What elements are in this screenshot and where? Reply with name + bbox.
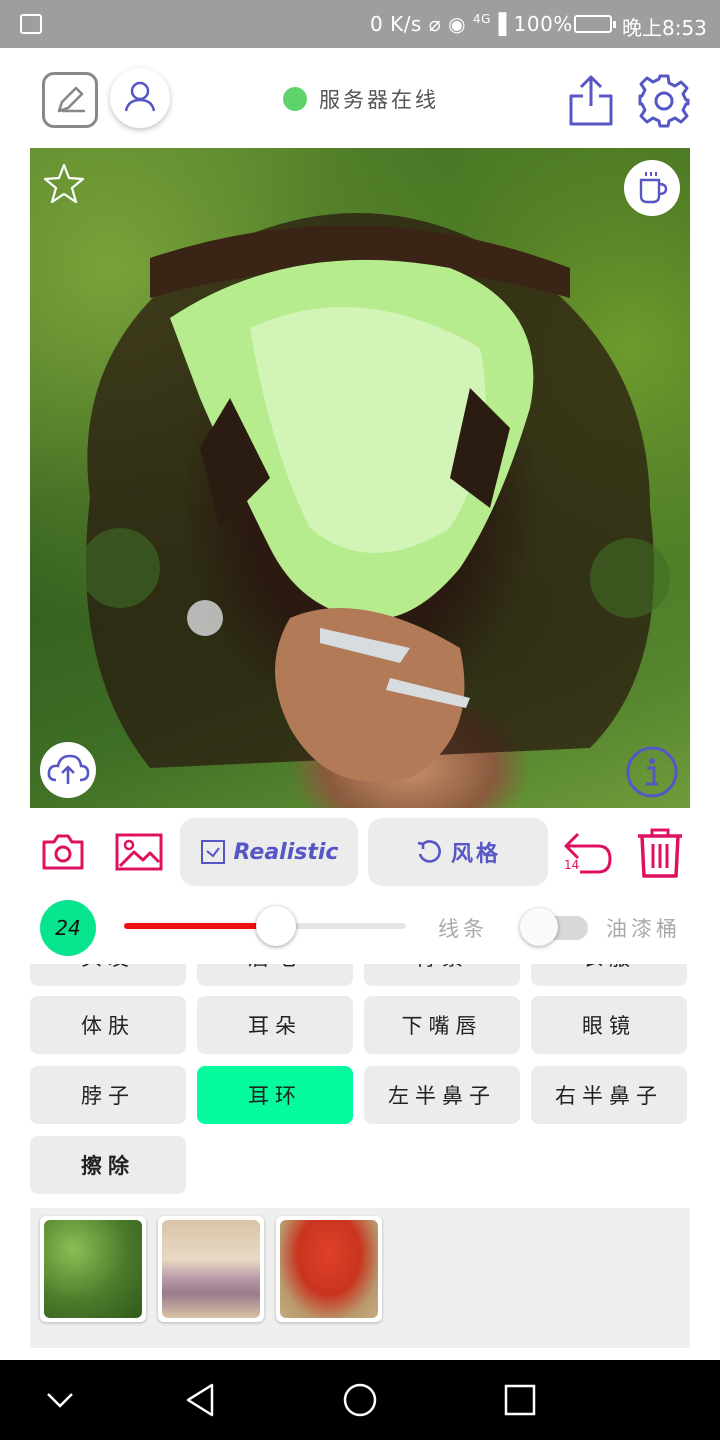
recents-icon[interactable]	[504, 1384, 536, 1416]
segment-tag[interactable]: 下嘴唇	[364, 996, 520, 1054]
drawing-canvas[interactable]	[30, 148, 690, 808]
star-outline-icon[interactable]	[42, 162, 86, 206]
line-mode-label: 线条	[438, 917, 488, 941]
refresh-icon	[417, 840, 441, 863]
segment-tag[interactable]: 体肤	[30, 996, 186, 1054]
mute-icon: ⌀	[428, 12, 442, 36]
user-icon[interactable]	[110, 68, 170, 128]
style-thumbnail[interactable]	[158, 1216, 264, 1322]
thumbnail-image	[44, 1220, 142, 1318]
system-nav-bar	[0, 1360, 720, 1440]
style-thumbnail[interactable]	[40, 1216, 146, 1322]
style-thumbnail-strip	[30, 1208, 690, 1348]
home-icon[interactable]	[343, 1383, 377, 1417]
segment-tag[interactable]: 右半鼻子	[531, 1066, 687, 1124]
trash-icon[interactable]	[632, 824, 688, 880]
chevron-down-icon[interactable]	[47, 1393, 73, 1408]
app-header: 服务器在线	[0, 48, 720, 148]
segment-tag[interactable]: 眼镜	[531, 996, 687, 1054]
checkbox-icon	[200, 840, 225, 864]
server-status-dot	[283, 87, 307, 111]
signal-label: 4G	[472, 12, 491, 26]
server-status: 服务器在线	[283, 86, 439, 112]
edit-square-icon[interactable]	[42, 72, 98, 128]
tool-row: Realistic 风格 14	[0, 818, 720, 888]
brush-controls: 24 线条 油漆桶	[0, 898, 720, 958]
server-status-label: 服务器在线	[319, 88, 439, 112]
battery-icon	[574, 15, 616, 33]
undo-count: 14	[564, 858, 580, 872]
status-network: 0 K/s ⌀ ◉ 4G▐ 100%	[370, 12, 573, 36]
canvas-artwork	[80, 213, 670, 783]
slider-thumb[interactable]	[256, 906, 297, 946]
thumbnail-image	[162, 1220, 260, 1318]
network-speed: 0 K/s	[370, 12, 422, 36]
cloud-upload-icon[interactable]	[40, 742, 96, 798]
brush-size-badge: 24	[40, 900, 96, 956]
bucket-toggle[interactable]	[520, 908, 592, 946]
image-icon[interactable]	[114, 830, 164, 874]
bucket-mode-label: 油漆桶	[606, 917, 681, 941]
style-thumbnail[interactable]	[276, 1216, 382, 1322]
battery-percent: 100%	[513, 12, 573, 36]
segment-tag[interactable]: 衣服	[531, 964, 687, 986]
slider-fill	[124, 923, 277, 929]
share-upload-icon[interactable]	[566, 72, 616, 128]
back-icon[interactable]	[186, 1383, 214, 1417]
brush-size-slider[interactable]	[124, 906, 406, 946]
segment-label-grid: 头发 眉毛 背景 衣服 体肤 耳朵 下嘴唇 眼镜 脖子 耳环 左半鼻子 右半鼻子…	[0, 964, 720, 1202]
thumbnail-image	[280, 1220, 378, 1318]
signal-bars-icon: ▐	[490, 12, 507, 36]
info-circle-icon[interactable]	[624, 744, 680, 800]
style-label: 风格	[450, 842, 501, 867]
style-button[interactable]: 风格	[368, 818, 548, 886]
coffee-cup-icon[interactable]	[624, 160, 680, 216]
status-time: 晚上8:53	[622, 16, 707, 40]
erase-tag[interactable]: 擦除	[30, 1136, 186, 1194]
realistic-toggle-button[interactable]: Realistic	[180, 818, 358, 886]
toggle-knob	[520, 908, 558, 946]
status-bar: 0 K/s ⌀ ◉ 4G▐ 100% 晚上8:53	[0, 0, 720, 48]
segment-tag[interactable]: 头发	[30, 964, 186, 986]
activity-monitor-icon	[20, 14, 42, 34]
segment-tag-active[interactable]: 耳环	[197, 1066, 353, 1124]
eye-icon: ◉	[448, 12, 467, 36]
segment-tag[interactable]: 眉毛	[197, 964, 353, 986]
realistic-label: Realistic	[233, 839, 339, 865]
camera-icon[interactable]	[40, 830, 86, 874]
segment-tag[interactable]: 耳朵	[197, 996, 353, 1054]
segment-tag[interactable]: 脖子	[30, 1066, 186, 1124]
segment-tag[interactable]: 左半鼻子	[364, 1066, 520, 1124]
segment-tag[interactable]: 背景	[364, 964, 520, 986]
gear-icon[interactable]	[636, 72, 692, 128]
